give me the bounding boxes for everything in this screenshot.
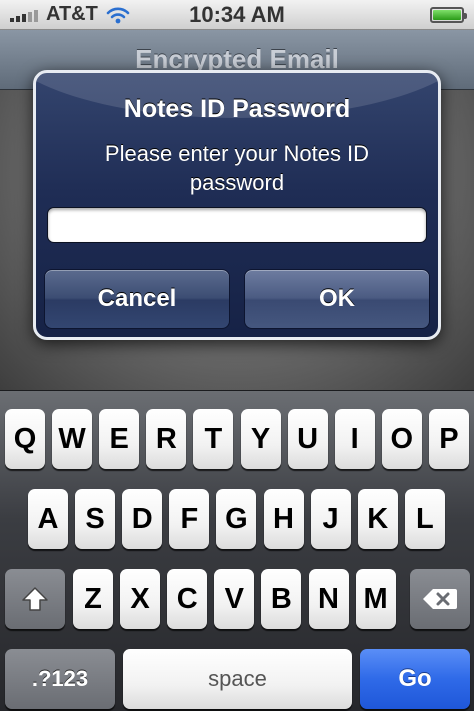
key-v[interactable]: V — [214, 569, 255, 629]
key-e[interactable]: E — [99, 409, 140, 469]
key-c[interactable]: C — [167, 569, 208, 629]
key-h[interactable]: H — [263, 489, 304, 549]
ok-button[interactable]: OK — [244, 269, 430, 329]
numbers-key[interactable]: .?123 — [5, 649, 115, 709]
key-l[interactable]: L — [404, 489, 445, 549]
key-f[interactable]: F — [169, 489, 210, 549]
status-left: AT&T — [10, 3, 130, 26]
key-m[interactable]: M — [355, 569, 396, 629]
key-o[interactable]: O — [381, 409, 422, 469]
key-u[interactable]: U — [287, 409, 328, 469]
key-b[interactable]: B — [261, 569, 302, 629]
key-y[interactable]: Y — [240, 409, 281, 469]
carrier-label: AT&T — [46, 3, 98, 25]
cancel-button[interactable]: Cancel — [44, 269, 230, 329]
backspace-key[interactable] — [410, 569, 470, 629]
key-k[interactable]: K — [357, 489, 398, 549]
key-s[interactable]: S — [75, 489, 116, 549]
key-g[interactable]: G — [216, 489, 257, 549]
key-j[interactable]: J — [310, 489, 351, 549]
wifi-icon — [106, 6, 130, 24]
key-n[interactable]: N — [308, 569, 349, 629]
password-input[interactable] — [47, 207, 427, 243]
key-q[interactable]: Q — [5, 409, 45, 469]
alert-title: Notes ID Password — [123, 95, 351, 123]
key-i[interactable]: I — [334, 409, 375, 469]
go-key[interactable]: Go — [360, 649, 470, 709]
shift-key[interactable] — [5, 569, 65, 629]
shift-arrow-icon — [20, 585, 50, 613]
key-p[interactable]: P — [428, 409, 469, 469]
signal-strength-icon — [10, 8, 38, 22]
key-a[interactable]: A — [28, 489, 68, 549]
password-alert-dialog: Notes ID Password Please enter your Note… — [33, 70, 441, 340]
key-t[interactable]: T — [193, 409, 234, 469]
key-x[interactable]: X — [120, 569, 161, 629]
key-d[interactable]: D — [122, 489, 163, 549]
key-z[interactable]: Z — [73, 569, 113, 629]
space-key[interactable]: space — [123, 649, 352, 709]
status-bar: AT&T 10:34 AM — [0, 0, 474, 30]
backspace-icon — [422, 587, 458, 611]
battery-icon — [430, 6, 467, 23]
battery-fill — [433, 9, 461, 20]
alert-message: Please enter your Notes ID password — [104, 141, 370, 195]
keyboard: QWERTYUIOP ASDFGHJKL ZXCVBNM .?123 space… — [0, 390, 474, 711]
key-w[interactable]: W — [52, 409, 93, 469]
key-r[interactable]: R — [146, 409, 187, 469]
